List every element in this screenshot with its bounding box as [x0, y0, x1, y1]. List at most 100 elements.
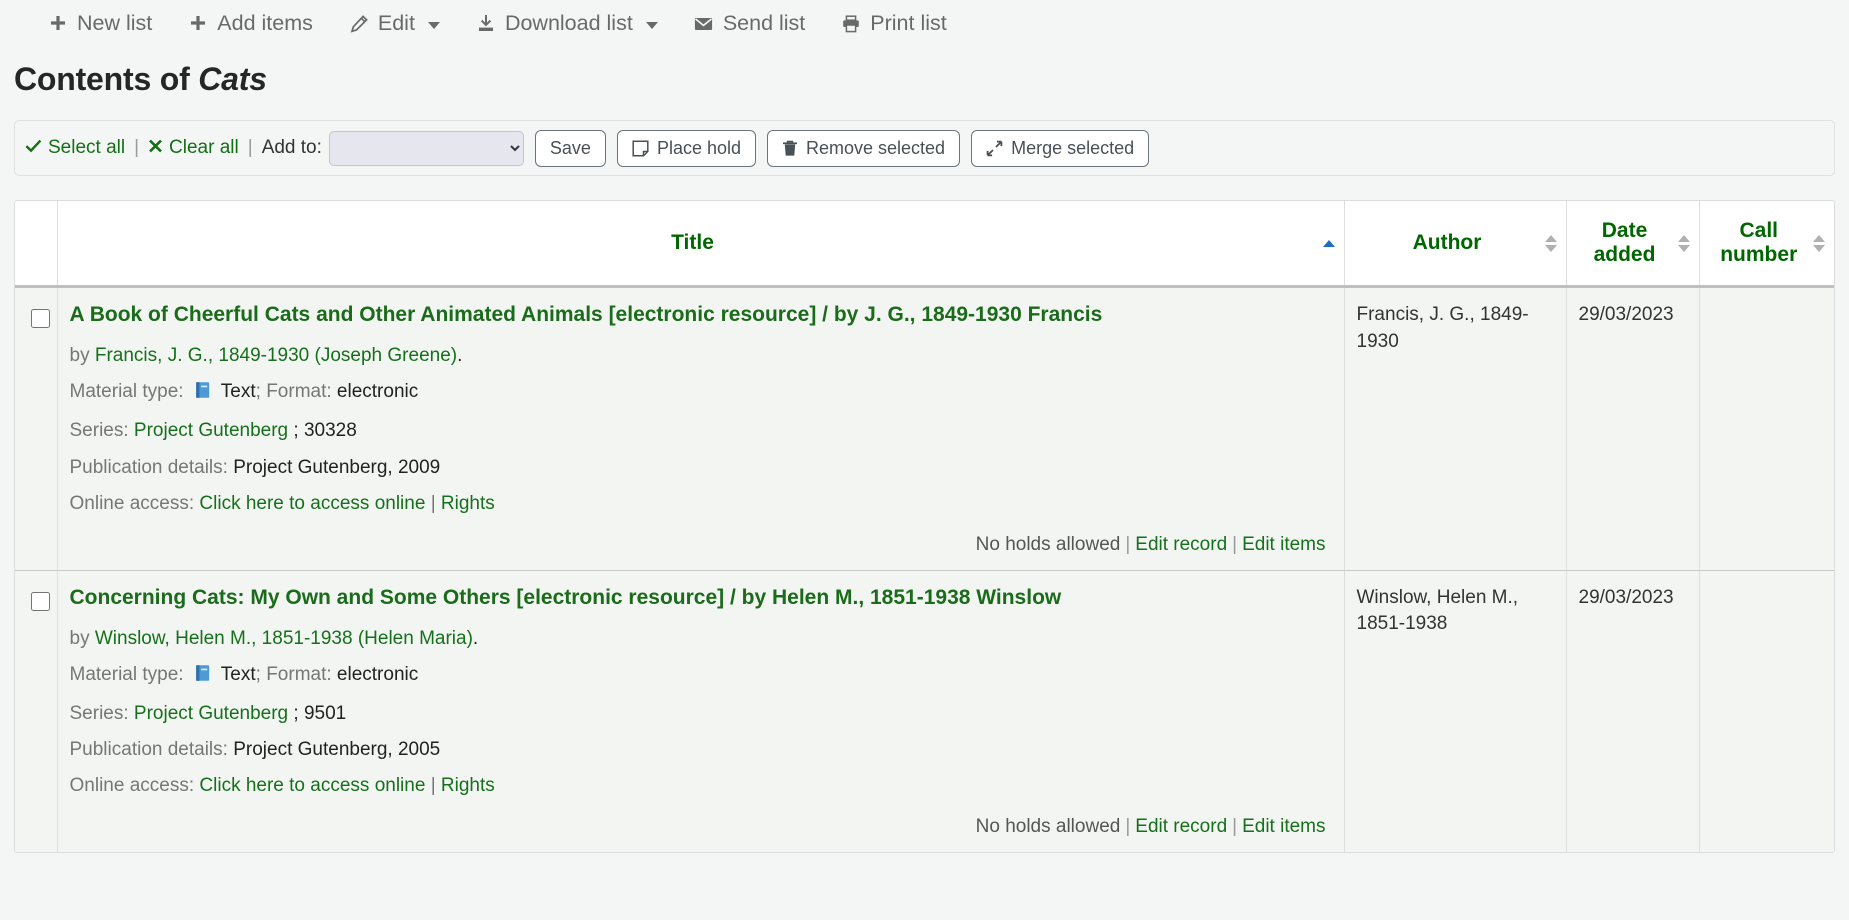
record-online-access: Online access: Click here to access onli…	[70, 486, 1332, 522]
edit-items-link[interactable]: Edit items	[1242, 534, 1325, 555]
clear-all-link[interactable]: Clear all	[148, 137, 239, 159]
divider: |	[134, 137, 139, 159]
online-access-link[interactable]: Click here to access online	[199, 775, 425, 796]
x-icon	[148, 137, 163, 159]
add-items-label: Add items	[217, 11, 313, 36]
print-list-button[interactable]: Print list	[823, 5, 964, 42]
edit-button[interactable]: Edit	[331, 5, 458, 42]
table-row: Concerning Cats: My Own and Some Others …	[15, 570, 1834, 852]
record-title-link[interactable]: A Book of Cheerful Cats and Other Animat…	[70, 302, 1103, 328]
page-title-prefix: Contents of	[14, 61, 198, 97]
row-select-cell	[15, 570, 57, 852]
merge-selected-label: Merge selected	[1011, 138, 1134, 159]
row-select-cell	[15, 287, 57, 571]
material-type-label: Material type:	[70, 381, 184, 402]
material-type-value: Text	[221, 381, 256, 402]
series-label: Series:	[70, 703, 129, 724]
send-list-button[interactable]: Send list	[676, 5, 823, 42]
list-toolbar: New list Add items Edit	[0, 0, 1849, 47]
series-link[interactable]: Project Gutenberg	[134, 420, 288, 441]
series-label: Series:	[70, 420, 129, 441]
publication-value: Project Gutenberg, 2009	[233, 457, 440, 478]
merge-selected-button[interactable]: Merge selected	[971, 130, 1149, 167]
download-list-label: Download list	[505, 11, 633, 36]
row-checkbox[interactable]	[31, 592, 50, 611]
byline-suffix: .	[473, 628, 478, 649]
results-table-body: A Book of Cheerful Cats and Other Animat…	[15, 287, 1834, 853]
series-link[interactable]: Project Gutenberg	[134, 703, 288, 724]
header-call-number[interactable]: Call number	[1699, 201, 1834, 287]
format-value: electronic	[337, 381, 418, 402]
table-row: A Book of Cheerful Cats and Other Animat…	[15, 287, 1834, 571]
byline-prefix: by	[70, 345, 95, 366]
record-author-link[interactable]: Winslow, Helen M., 1851-1938 (Helen Mari…	[95, 628, 473, 649]
sort-indicator-call-number	[1813, 233, 1825, 253]
row-title-cell: A Book of Cheerful Cats and Other Animat…	[57, 287, 1344, 571]
online-access-label: Online access:	[70, 775, 195, 796]
header-title-label: Title	[671, 231, 714, 254]
row-date-added-cell: 29/03/2023	[1566, 570, 1699, 852]
record-byline: by Francis, J. G., 1849-1930 (Joseph Gre…	[70, 338, 1332, 374]
edit-record-link[interactable]: Edit record	[1135, 534, 1227, 555]
add-to-select[interactable]	[329, 131, 524, 166]
note-icon	[632, 140, 649, 157]
header-checkbox-column	[15, 201, 57, 287]
holds-status: No holds allowed	[976, 534, 1121, 555]
results-table: Title Author Date added	[15, 201, 1834, 852]
edit-record-link[interactable]: Edit record	[1135, 816, 1227, 837]
series-suffix: ; 30328	[293, 420, 356, 441]
table-header-row: Title Author Date added	[15, 201, 1834, 287]
book-icon	[193, 377, 213, 413]
download-list-button[interactable]: Download list	[458, 5, 676, 42]
print-list-label: Print list	[870, 11, 946, 36]
byline-suffix: .	[457, 345, 462, 366]
online-access-link[interactable]: Click here to access online	[199, 493, 425, 514]
clear-all-label: Clear all	[169, 137, 239, 159]
online-access-label: Online access:	[70, 493, 195, 514]
publication-value: Project Gutenberg, 2005	[233, 739, 440, 760]
holds-status: No holds allowed	[976, 816, 1121, 837]
record-author-link[interactable]: Francis, J. G., 1849-1930 (Joseph Greene…	[95, 345, 457, 366]
record-actions: No holds allowed|Edit record|Edit items	[70, 804, 1332, 838]
remove-selected-button[interactable]: Remove selected	[767, 130, 960, 167]
chevron-down-icon	[646, 22, 658, 29]
header-call-number-label: Call number	[1720, 219, 1797, 266]
sort-indicator-title	[1323, 233, 1335, 253]
divider: |	[248, 137, 253, 159]
select-all-link[interactable]: Select all	[25, 137, 125, 159]
row-checkbox[interactable]	[31, 309, 50, 328]
place-hold-label: Place hold	[657, 138, 741, 159]
pencil-icon	[349, 14, 369, 34]
format-label: Format:	[266, 381, 331, 402]
place-hold-button[interactable]: Place hold	[617, 130, 756, 167]
check-icon	[25, 137, 42, 159]
rights-link[interactable]: Rights	[441, 493, 495, 514]
record-publication-details: Publication details: Project Gutenberg, …	[70, 450, 1332, 486]
new-list-label: New list	[77, 11, 152, 36]
printer-icon	[841, 14, 861, 34]
envelope-icon	[694, 14, 714, 34]
edit-label: Edit	[378, 11, 415, 36]
row-author-cell: Francis, J. G., 1849-1930	[1344, 287, 1566, 571]
sort-indicator-author	[1545, 233, 1557, 253]
header-author[interactable]: Author	[1344, 201, 1566, 287]
publication-label: Publication details:	[70, 739, 228, 760]
row-title-cell: Concerning Cats: My Own and Some Others …	[57, 570, 1344, 852]
edit-items-link[interactable]: Edit items	[1242, 816, 1325, 837]
page-title: Contents of Cats	[14, 61, 1849, 98]
save-button-label: Save	[550, 138, 591, 159]
trash-icon	[782, 140, 798, 157]
series-suffix: ; 9501	[293, 703, 346, 724]
header-date-added[interactable]: Date added	[1566, 201, 1699, 287]
material-type-label: Material type:	[70, 664, 184, 685]
row-call-number-cell	[1699, 287, 1834, 571]
byline-prefix: by	[70, 628, 95, 649]
header-title[interactable]: Title	[57, 201, 1344, 287]
plus-icon	[48, 14, 68, 34]
record-title-link[interactable]: Concerning Cats: My Own and Some Others …	[70, 585, 1062, 611]
save-button[interactable]: Save	[535, 130, 606, 167]
rights-link[interactable]: Rights	[441, 775, 495, 796]
remove-selected-label: Remove selected	[806, 138, 945, 159]
new-list-button[interactable]: New list	[30, 5, 170, 42]
add-items-button[interactable]: Add items	[170, 5, 331, 42]
